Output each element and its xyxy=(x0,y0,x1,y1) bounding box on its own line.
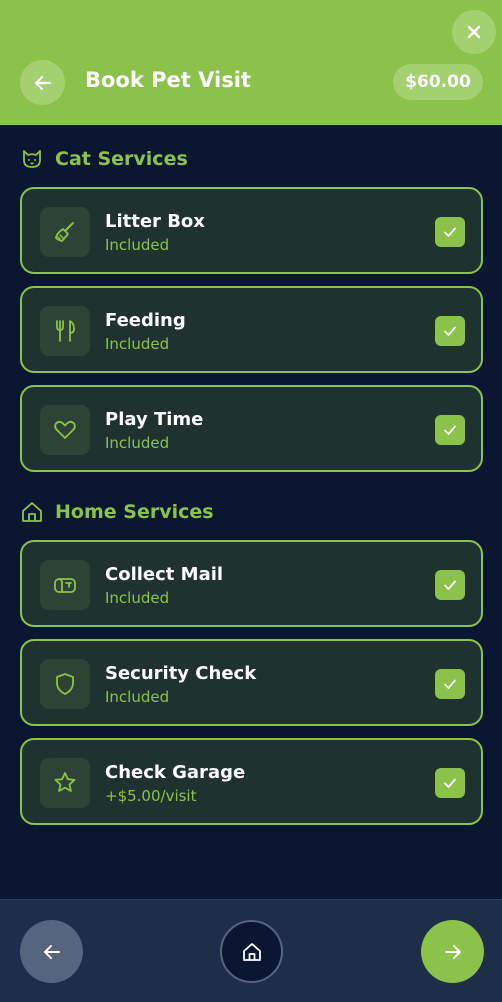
service-status: Included xyxy=(105,236,170,254)
check-icon xyxy=(444,425,456,435)
service-name: Feeding xyxy=(105,310,186,331)
header: Book Pet Visit $60.00 xyxy=(0,0,502,125)
service-checkbox[interactable] xyxy=(435,768,465,798)
service-icon-tile xyxy=(40,405,90,455)
section-label: Home Services xyxy=(55,501,214,523)
service-name: Litter Box xyxy=(105,211,205,232)
service-checkbox[interactable] xyxy=(435,415,465,445)
nav-back-button[interactable] xyxy=(20,920,83,983)
check-icon xyxy=(444,580,456,590)
service-card-feeding[interactable]: Feeding Included xyxy=(20,286,483,373)
heart-icon xyxy=(54,420,76,439)
star-icon xyxy=(54,772,76,792)
broom-icon xyxy=(55,222,74,242)
service-name: Play Time xyxy=(105,409,204,430)
service-icon-tile xyxy=(40,306,90,356)
home-icon xyxy=(20,500,44,524)
shield-icon xyxy=(56,673,74,695)
close-icon xyxy=(467,25,481,39)
header-back-button[interactable] xyxy=(20,60,65,105)
service-checkbox[interactable] xyxy=(435,316,465,346)
service-status: Included xyxy=(105,335,170,353)
service-card-collect-mail[interactable]: Collect Mail Included xyxy=(20,540,483,627)
section-label: Cat Services xyxy=(55,148,188,170)
service-icon-tile xyxy=(40,758,90,808)
service-card-security-check[interactable]: Security Check Included xyxy=(20,639,483,726)
check-icon xyxy=(444,778,456,788)
service-name: Collect Mail xyxy=(105,564,224,585)
nav-home-button[interactable] xyxy=(220,920,283,983)
mailbox-icon xyxy=(54,578,76,593)
check-icon xyxy=(444,227,456,237)
price-badge: $60.00 xyxy=(393,64,483,100)
check-icon xyxy=(444,679,456,689)
arrow-right-icon xyxy=(444,944,461,959)
arrow-left-icon xyxy=(34,75,51,90)
service-status: Included xyxy=(105,434,170,452)
close-button[interactable] xyxy=(452,10,496,54)
service-icon-tile xyxy=(40,560,90,610)
page-title: Book Pet Visit xyxy=(85,68,251,92)
service-card-check-garage[interactable]: Check Garage +$5.00/visit xyxy=(20,738,483,825)
arrow-left-icon xyxy=(43,944,60,959)
service-checkbox[interactable] xyxy=(435,669,465,699)
nav-next-button[interactable] xyxy=(421,920,484,983)
section-heading-cat-services: Cat Services xyxy=(20,146,188,172)
check-icon xyxy=(444,326,456,336)
service-status: +$5.00/visit xyxy=(105,787,197,805)
service-card-play-time[interactable]: Play Time Included xyxy=(20,385,483,472)
service-card-litter-box[interactable]: Litter Box Included xyxy=(20,187,483,274)
service-name: Security Check xyxy=(105,663,257,684)
service-checkbox[interactable] xyxy=(435,570,465,600)
service-checkbox[interactable] xyxy=(435,217,465,247)
section-heading-home-services: Home Services xyxy=(20,499,214,525)
bottom-nav-bar xyxy=(0,899,502,1002)
service-name: Check Garage xyxy=(105,762,246,783)
utensils-icon xyxy=(56,320,75,342)
service-status: Included xyxy=(105,688,170,706)
service-icon-tile xyxy=(40,207,90,257)
service-status: Included xyxy=(105,589,170,607)
cat-icon xyxy=(20,147,44,171)
service-icon-tile xyxy=(40,659,90,709)
home-icon xyxy=(242,942,261,961)
app-screen: Book Pet Visit $60.00 Cat Services Litte… xyxy=(0,0,502,1002)
